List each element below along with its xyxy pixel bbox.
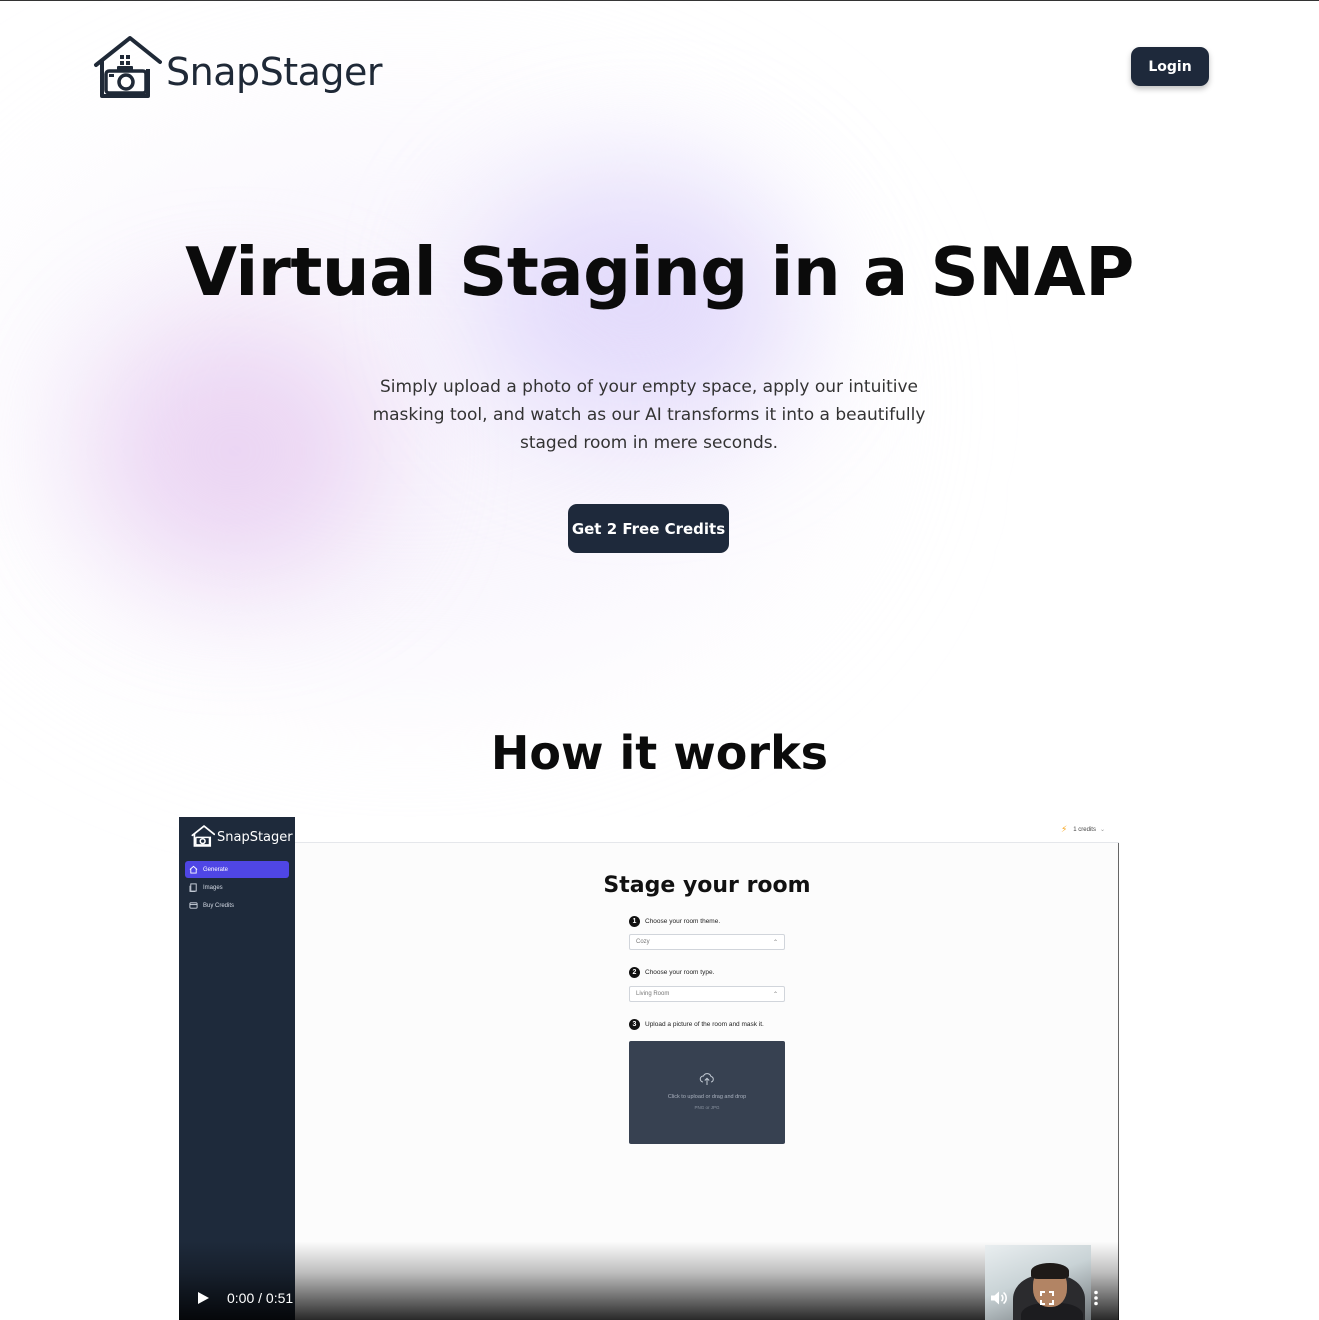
video-nav-buy-credits: Buy Credits [185,897,289,914]
fullscreen-icon[interactable] [1039,1290,1055,1306]
top-navbar: SnapStager Login [0,1,1319,131]
video-nav-images: Images [185,879,289,896]
cloud-upload-icon [699,1073,714,1085]
video-upload-dropzone: Click to upload or drag and drop PNG or … [629,1041,785,1144]
video-credits-text: 1 credits [1073,826,1096,833]
brand-name: SnapStager [166,50,383,94]
house-camera-icon [94,36,162,98]
step-label: Upload a picture of the room and mask it… [645,1021,764,1028]
images-icon [189,883,197,892]
play-icon[interactable] [195,1290,211,1306]
chevron-up-icon: ⌃ [772,939,778,946]
video-room-type-select: Living Room ⌃ [629,986,785,1002]
step-label: Choose your room type. [645,969,715,976]
step-label: Choose your room theme. [645,918,721,925]
video-nav-label: Buy Credits [203,902,235,909]
more-options-icon[interactable] [1088,1290,1104,1306]
video-step-2: 2 Choose your room type. [629,967,714,978]
video-theme-select: Cozy ⌃ [629,934,785,950]
brand-logo[interactable]: SnapStager [92,35,383,99]
step-number: 1 [629,916,640,927]
chevron-down-icon: ⌄ [1099,827,1105,833]
background-glow-pink [90,321,380,581]
video-nav-label: Generate [203,866,229,873]
upload-formats: PNG or JPG [694,1105,720,1110]
video-credits-badge: ⚡ 1 credits ⌄ [1061,824,1105,835]
lightning-icon: ⚡ [1060,824,1068,834]
video-step-3: 3 Upload a picture of the room and mask … [629,1019,764,1030]
step-number: 2 [629,967,640,978]
free-credits-button[interactable]: Get 2 Free Credits [568,504,729,553]
video-controls-bar: 0:00 / 0:51 [179,1241,1119,1320]
video-step-1: 1 Choose your room theme. [629,916,720,927]
step-number: 3 [629,1019,640,1030]
video-app-topbar: ⚡ 1 credits ⌄ [295,817,1119,843]
video-nav-generate: Generate [185,861,289,878]
hero-subtitle: Simply upload a photo of your empty spac… [372,377,926,453]
video-app-brand: SnapStager [217,830,293,845]
select-value: Cozy [636,939,650,945]
hero-title: Virtual Staging in a SNAP [185,233,1134,311]
how-it-works-title: How it works [490,726,829,780]
upload-instructions: Click to upload or drag and drop [667,1094,747,1100]
login-button[interactable]: Login [1131,47,1209,86]
credits-icon [189,902,198,909]
select-value: Living Room [636,991,670,997]
house-camera-icon [191,825,215,847]
video-app-logo: SnapStager [191,825,293,847]
video-nav-label: Images [203,884,223,891]
video-time: 0:00 / 0:51 [227,1290,294,1306]
chevron-up-icon: ⌃ [772,991,778,998]
volume-icon[interactable] [990,1290,1008,1306]
demo-video-player[interactable]: SnapStager Generate Images Buy Credits ⚡… [179,817,1119,1320]
home-icon [189,865,198,874]
webcam-overlay [985,1245,1091,1320]
video-stage-title: Stage your room [603,873,811,898]
